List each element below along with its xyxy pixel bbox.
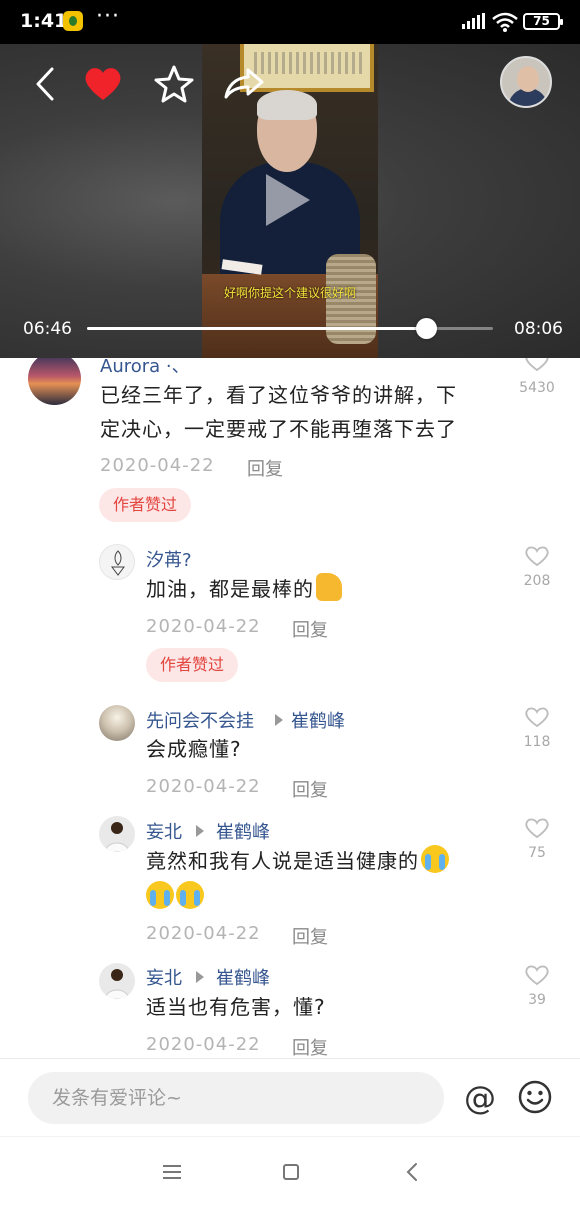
author-liked-badge: 作者赞过 xyxy=(146,648,239,682)
comment-text: 竟然和我有人说是适当健康的 xyxy=(146,843,496,915)
comment-date: 2020-04-22 xyxy=(146,616,261,637)
video-player[interactable]: 好啊你提这个建议很好啊 06:46 08:06 xyxy=(0,44,580,358)
more-notifications-icon: ··· xyxy=(96,4,120,29)
comment-username[interactable]: 先问会不会挂 xyxy=(146,707,254,733)
comment-date: 2020-04-22 xyxy=(146,923,261,944)
status-bar: 1:41 ··· 75 xyxy=(0,0,580,44)
author-avatar[interactable] xyxy=(500,56,552,108)
avatar[interactable] xyxy=(28,358,81,405)
mention-icon[interactable]: @ xyxy=(460,1079,500,1119)
share-icon[interactable] xyxy=(222,62,266,106)
current-time: 06:46 xyxy=(23,319,72,339)
progress-fill xyxy=(87,327,426,330)
loudly-crying-emoji xyxy=(421,845,449,873)
avatar[interactable] xyxy=(99,963,135,999)
comment-date: 2020-04-22 xyxy=(100,455,215,476)
comment-date: 2020-04-22 xyxy=(146,776,261,797)
avatar[interactable] xyxy=(99,705,135,741)
progress-bar[interactable] xyxy=(87,318,493,339)
star-icon[interactable] xyxy=(152,62,196,106)
total-time: 08:06 xyxy=(514,319,563,339)
heart-icon[interactable] xyxy=(81,62,125,106)
reply-to-username[interactable]: 崔鹤峰 xyxy=(216,818,270,844)
comment-text-line: 定决心，一定要戒了不能再堕落下去了 xyxy=(100,417,457,441)
comment-date: 2020-04-22 xyxy=(146,1034,261,1055)
reply-button[interactable]: 回复 xyxy=(292,923,328,949)
reply-button[interactable]: 回复 xyxy=(292,776,328,802)
reply-to-arrow-icon xyxy=(196,971,204,983)
play-icon[interactable] xyxy=(266,174,310,226)
like-heart-icon[interactable] xyxy=(517,358,557,372)
system-nav-bar xyxy=(0,1136,580,1205)
like-heart-icon[interactable] xyxy=(517,706,557,728)
menu-icon[interactable] xyxy=(157,1157,187,1187)
reply-to-username[interactable]: 崔鹤峰 xyxy=(291,707,345,733)
comment-text: 已经三年了，看了这位爷爷的讲解，下 定决心，一定要戒了不能再堕落下去了 xyxy=(100,378,457,446)
like-count: 39 xyxy=(528,992,546,1008)
like-heart-icon[interactable] xyxy=(517,545,557,567)
home-icon[interactable] xyxy=(276,1157,306,1187)
signal-icon xyxy=(462,13,488,29)
reply-to-arrow-icon xyxy=(275,714,283,726)
comment-username[interactable]: Aurora ·、 xyxy=(100,358,190,378)
status-time: 1:41 xyxy=(20,10,68,32)
like-count: 118 xyxy=(523,734,551,750)
comment-text: 会成瘾懂? xyxy=(146,737,242,761)
like-count: 5430 xyxy=(519,380,555,396)
avatar[interactable] xyxy=(99,544,135,580)
thumbs-up-emoji xyxy=(316,573,342,601)
progress-thumb[interactable] xyxy=(416,318,437,339)
avatar[interactable] xyxy=(99,816,135,852)
author-liked-badge: 作者赞过 xyxy=(99,488,192,522)
comment-username[interactable]: 汐苒? xyxy=(146,546,192,572)
comment-text: 加油，都是最棒的 xyxy=(146,572,342,606)
comment-list[interactable]: Aurora ·、 已经三年了，看了这位爷爷的讲解，下 定决心，一定要戒了不能再… xyxy=(0,358,580,1058)
comment-input-bar: @ xyxy=(0,1058,580,1136)
reply-button[interactable]: 回复 xyxy=(292,1034,328,1058)
back-icon[interactable] xyxy=(26,62,70,106)
comment-text: 适当也有危害，懂? xyxy=(146,995,326,1019)
comment-text-content: 竟然和我有人说是适当健康的 xyxy=(146,849,419,873)
reply-to-username[interactable]: 崔鹤峰 xyxy=(216,964,270,990)
comment-input[interactable] xyxy=(28,1072,444,1124)
loudly-crying-emoji xyxy=(176,881,204,909)
comment-username[interactable]: 妄北 xyxy=(146,818,182,844)
reply-to-arrow-icon xyxy=(196,825,204,837)
like-heart-icon[interactable] xyxy=(517,964,557,986)
reply-button[interactable]: 回复 xyxy=(247,455,283,481)
reply-button[interactable]: 回复 xyxy=(292,616,328,642)
emoji-picker-icon[interactable] xyxy=(517,1079,553,1115)
app-notification-icon xyxy=(63,11,83,31)
like-heart-icon[interactable] xyxy=(517,817,557,839)
wifi-icon xyxy=(492,12,518,32)
like-count: 208 xyxy=(523,573,551,589)
comment-text-content: 加油，都是最棒的 xyxy=(146,577,314,601)
back-nav-icon[interactable] xyxy=(398,1157,428,1187)
video-subtitle: 好啊你提这个建议很好啊 xyxy=(223,286,356,300)
battery-icon: 75 xyxy=(523,13,563,30)
like-count: 75 xyxy=(528,845,546,861)
comment-text-line: 已经三年了，看了这位爷爷的讲解，下 xyxy=(100,383,457,407)
comment-username[interactable]: 妄北 xyxy=(146,964,182,990)
loudly-crying-emoji xyxy=(146,881,174,909)
